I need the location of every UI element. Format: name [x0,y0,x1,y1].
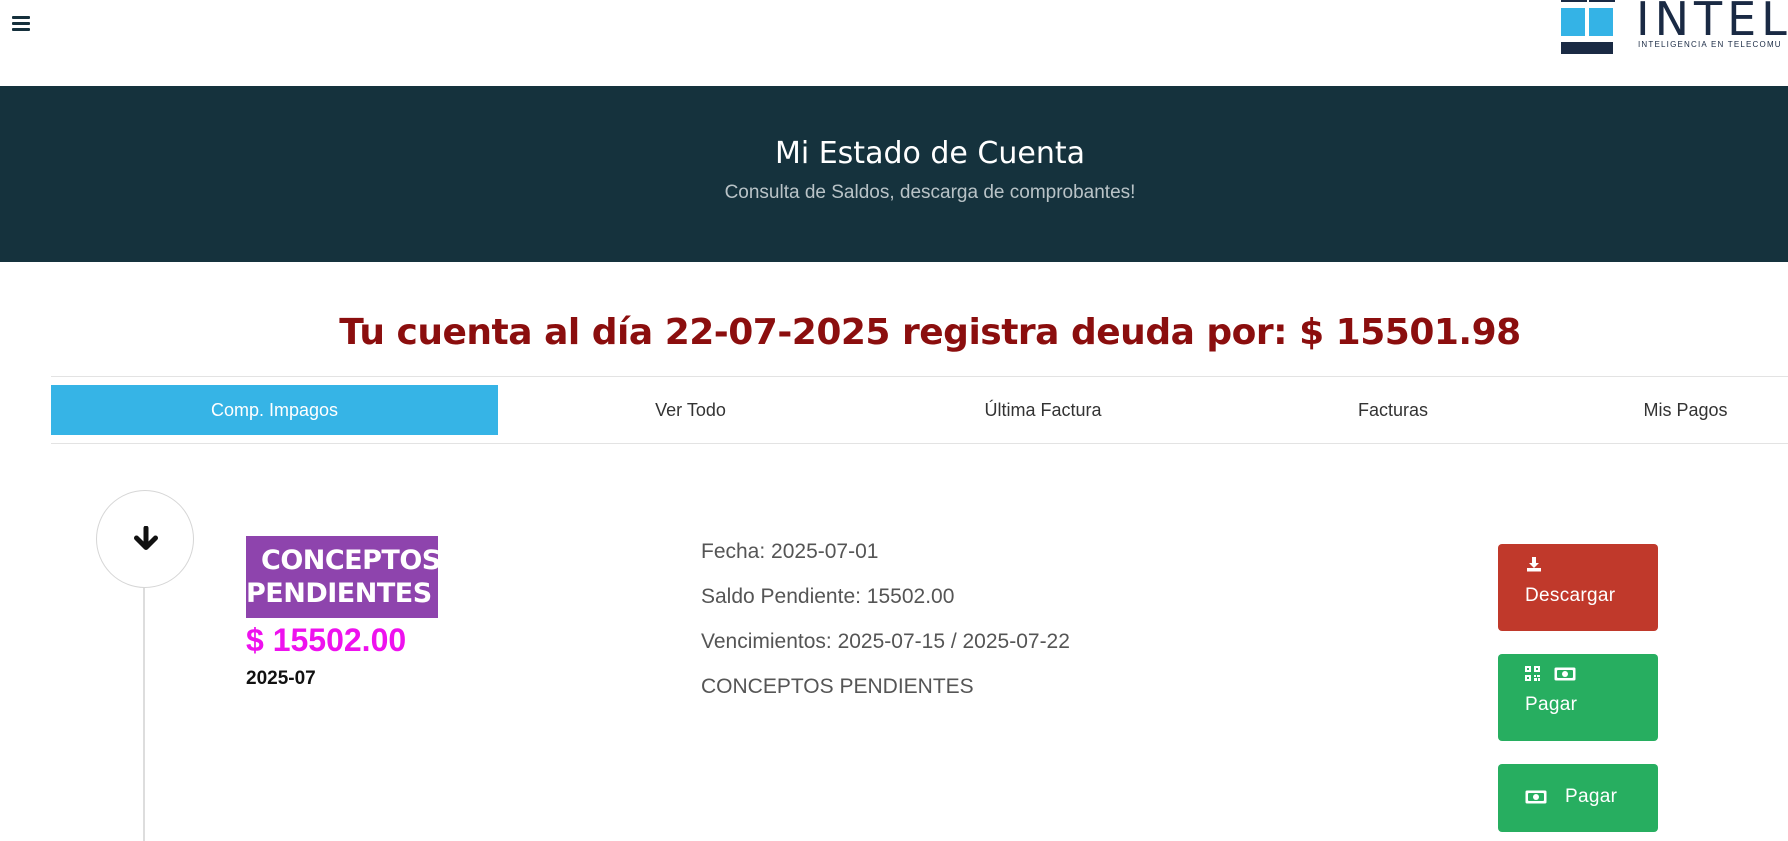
hamburger-icon[interactable] [12,14,32,32]
top-bar: INTELIN INTELIGENCIA EN TELECOMU [0,0,1788,86]
download-icon [1527,557,1541,572]
descargar-label: Descargar [1525,585,1616,606]
money-bill-icon [1554,667,1576,681]
timeline-line [143,586,145,841]
tab-ver-todo[interactable]: Ver Todo [498,385,883,435]
pagar-button[interactable]: Pagar [1498,764,1658,832]
item-title-line2: PENDIENTES [246,578,432,609]
pagar-qr-button[interactable]: Pagar [1498,654,1658,741]
detail-vencimientos: Vencimientos: 2025-07-15 / 2025-07-22 [701,630,1070,653]
detail-saldo: Saldo Pendiente: 15502.00 [701,585,955,608]
brand-logo[interactable]: INTELIN INTELIGENCIA EN TELECOMU [1560,0,1788,56]
page-title: Mi Estado de Cuenta [774,136,1086,171]
tab-ultima-factura[interactable]: Última Factura [883,385,1203,435]
item-amount: $ 15502.00 [246,622,407,658]
pagar-qr-label: Pagar [1525,694,1578,715]
hero-banner: Mi Estado de Cuenta Consulta de Saldos, … [0,86,1788,262]
item-title-line1: CONCEPTOS [261,545,438,576]
arrow-down-icon [134,526,158,550]
money-bill-icon [1525,790,1547,804]
tab-mis-pagos[interactable]: Mis Pagos [1583,385,1788,435]
tab-bar: Comp. Impagos Ver Todo Última Factura Fa… [51,376,1788,444]
logo-mark-icon [1560,0,1616,54]
detail-fecha: Fecha: 2025-07-01 [701,540,879,563]
page-subtitle: Consulta de Saldos, descarga de comproba… [724,182,1136,203]
item-period: 2025-07 [246,668,316,689]
debt-message: Tu cuenta al día 22-07-2025 registra deu… [339,312,1521,353]
descargar-button[interactable]: Descargar [1498,544,1658,631]
qr-code-icon [1525,666,1540,681]
pagar-label: Pagar [1565,786,1618,807]
timeline-marker [96,490,194,588]
logo-tagline: INTELIGENCIA EN TELECOMU [1638,40,1782,49]
tab-comp-impagos[interactable]: Comp. Impagos [51,385,498,435]
item-title-badge: CONCEPTOS PENDIENTES [246,536,438,618]
detail-description: CONCEPTOS PENDIENTES [701,675,974,698]
tab-facturas[interactable]: Facturas [1203,385,1583,435]
